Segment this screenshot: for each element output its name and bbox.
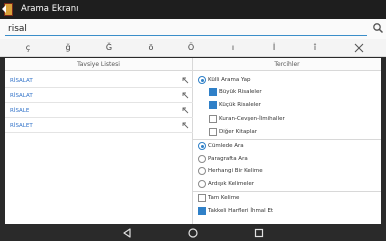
insert-arrow-icon[interactable] [182,92,189,99]
search-underline [5,35,367,36]
char-key-dotted-i-upper[interactable]: İ [263,40,285,56]
book-option[interactable]: Büyük Risaleler [193,86,381,98]
char-key-g-breve[interactable]: ğ [57,40,79,56]
home-icon[interactable] [187,227,199,239]
tam-kelime-checkbox[interactable] [198,194,206,202]
diger-kitaplar-checkbox[interactable] [209,128,217,136]
preferences-panel: Tercihler Külli Arama Yap Büyük Risalele… [193,58,381,224]
suggestion-panel: Tavsiye Listesi RİSALAT RİSALAT RİSALE R… [5,58,193,224]
book-option-label: Diğer Kitaplar [219,129,257,135]
suggestion-label: RİSALAT [10,93,33,99]
book-option-label: Büyük Risaleler [219,89,262,95]
extra-option-label: Tam Kelime [208,195,240,201]
search-input[interactable] [8,22,368,36]
char-key-i-circumflex[interactable]: î [304,40,326,56]
char-key-g-breve-upper[interactable]: Ğ [98,40,120,56]
back-icon[interactable] [121,227,133,239]
herhangi-kelime-radio[interactable] [198,167,206,175]
recents-icon[interactable] [253,227,265,239]
cumlede-ara-radio[interactable] [198,142,206,150]
suggestion-item[interactable]: RİSALAT [5,74,193,88]
buyuk-risaleler-checkbox[interactable] [209,88,217,96]
char-key-dotless-i[interactable]: ı [222,40,244,56]
search-icon[interactable] [372,22,384,34]
extra-option-label: Takkeli Harfleri İhmal Et [208,208,274,214]
extra-option[interactable]: Tam Kelime [193,192,381,204]
char-key-o-umlaut-upper[interactable]: Ö [180,40,202,56]
book-option[interactable]: Kuran-Cevşen-İlmihaller [193,113,381,125]
title-bar: Arama Ekranı [0,0,386,19]
insert-arrow-icon[interactable] [182,107,189,114]
search-mode-option[interactable]: Cümlede Ara [193,140,381,152]
suggestion-label: RİSALET [10,123,33,129]
navigation-bar [0,224,386,241]
book-option[interactable]: Küçük Risaleler [193,99,381,111]
suggestion-label: RİSALE [10,108,30,114]
extra-option[interactable]: Takkeli Harfleri İhmal Et [193,205,381,217]
search-mode-label: Paragrafta Ara [208,156,248,162]
app-title: Arama Ekranı [21,4,79,14]
search-mode-label: Cümlede Ara [208,143,244,149]
ardisik-kelimeler-radio[interactable] [198,180,206,188]
suggestion-label: RİSALAT [10,78,33,84]
char-key-c-cedilla[interactable]: ç [17,40,39,56]
book-option-label: Kuran-Cevşen-İlmihaller [219,116,285,122]
kuran-cevsen-checkbox[interactable] [209,115,217,123]
search-mode-label: Ardışık Kelimeler [208,181,254,187]
search-bar [0,19,386,39]
suggestion-item[interactable]: RİSALE [5,104,193,118]
suggestion-header: Tavsiye Listesi [5,58,192,71]
kucuk-risaleler-checkbox[interactable] [209,101,217,109]
search-mode-option[interactable]: Ardışık Kelimeler [193,178,381,190]
search-mode-option[interactable]: Herhangi Bir Kelime [193,165,381,177]
close-icon[interactable] [350,40,368,56]
book-app-icon[interactable] [1,2,15,17]
special-char-bar: ç ğ Ğ ö Ö ı İ î Î [0,39,386,57]
preferences-header: Tercihler [193,58,381,71]
insert-arrow-icon[interactable] [182,122,189,129]
kulli-arama-label: Külli Arama Yap [208,77,251,83]
book-option[interactable]: Diğer Kitaplar [193,126,381,138]
search-mode-label: Herhangi Bir Kelime [208,168,263,174]
book-option-label: Küçük Risaleler [219,102,261,108]
kulli-arama-option[interactable]: Külli Arama Yap [193,74,381,86]
search-mode-option[interactable]: Paragrafta Ara [193,153,381,165]
suggestion-item[interactable]: RİSALAT [5,89,193,103]
insert-arrow-icon[interactable] [182,77,189,84]
kulli-arama-radio[interactable] [198,76,206,84]
paragrafta-ara-radio[interactable] [198,155,206,163]
takkeli-harfler-checkbox[interactable] [198,207,206,215]
char-key-o-umlaut[interactable]: ö [140,40,162,56]
suggestion-item[interactable]: RİSALET [5,119,193,133]
